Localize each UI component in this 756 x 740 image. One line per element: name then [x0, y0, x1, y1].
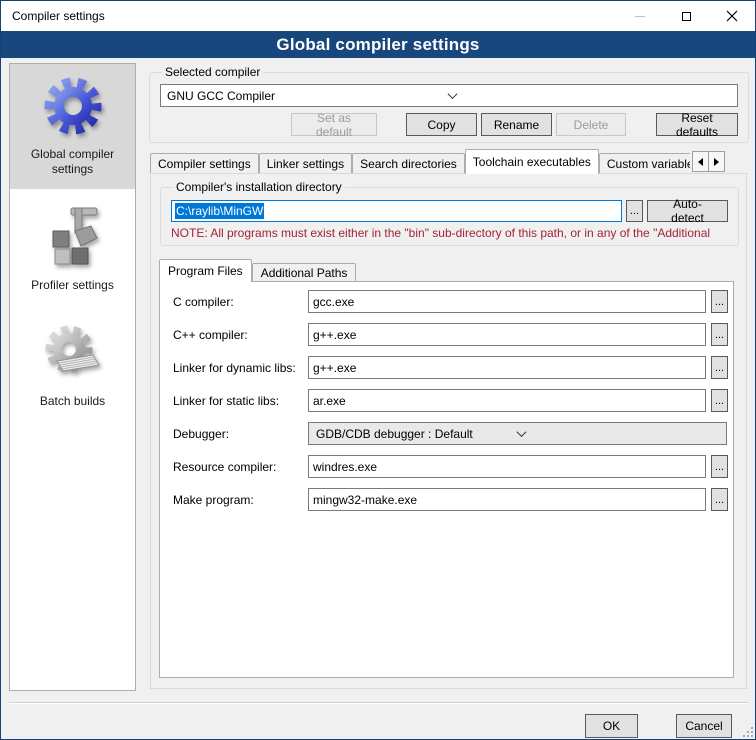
footer-divider	[9, 702, 748, 704]
browse-make-program-button[interactable]: ...	[711, 488, 728, 511]
rename-button[interactable]: Rename	[481, 113, 552, 136]
field-row-cpp-compiler: C++ compiler: ...	[173, 323, 733, 346]
field-row-resource-compiler: Resource compiler: ...	[173, 455, 733, 478]
field-label: C++ compiler:	[173, 328, 308, 342]
set-as-default-button: Set as default	[291, 113, 377, 136]
chevron-down-icon	[518, 430, 720, 438]
compiler-buttons-row: Set as default Copy Rename Delete Reset …	[160, 113, 738, 136]
resize-grip-icon[interactable]	[742, 726, 753, 737]
program-files-page: C compiler: ... C++ compiler: ... Linker…	[159, 281, 734, 678]
field-row-c-compiler: C compiler: ...	[173, 290, 733, 313]
field-label: Linker for dynamic libs:	[173, 361, 308, 375]
selected-compiler-dropdown[interactable]: GNU GCC Compiler	[160, 84, 738, 107]
maximize-icon	[682, 12, 691, 21]
close-button[interactable]	[709, 1, 755, 31]
linker-dynamic-input[interactable]	[308, 356, 706, 379]
arrow-left-icon	[698, 158, 703, 166]
field-row-make-program: Make program: ...	[173, 488, 733, 511]
installation-directory-group-label: Compiler's installation directory	[173, 180, 345, 194]
field-label: Resource compiler:	[173, 460, 308, 474]
sidebar-item-label: Profiler settings	[13, 278, 132, 293]
tab-scroll-left-button[interactable]	[692, 151, 709, 172]
tab-scroll-right-button[interactable]	[708, 151, 725, 172]
c-compiler-input[interactable]	[308, 290, 706, 313]
cpp-compiler-input[interactable]	[308, 323, 706, 346]
settings-tabstrip: Compiler settings Linker settings Search…	[150, 149, 690, 174]
sidebar-item-batch-builds[interactable]: Batch builds	[10, 311, 135, 421]
field-label: Linker for static libs:	[173, 394, 308, 408]
window-title: Compiler settings	[12, 9, 105, 23]
tab-program-files[interactable]: Program Files	[159, 259, 252, 282]
sidebar-item-label: Batch builds	[13, 394, 132, 409]
tab-custom-variables[interactable]: Custom variables	[599, 153, 690, 174]
selected-path-text: C:\raylib\MinGW	[175, 203, 264, 219]
compiler-settings-dialog: Compiler settings Global compiler settin…	[0, 0, 756, 740]
settings-category-list: Global compiler settings Profiler settin…	[9, 63, 136, 691]
reset-defaults-button[interactable]: Reset defaults	[656, 113, 738, 136]
dialog-header: Global compiler settings	[1, 31, 755, 58]
browse-linker-static-button[interactable]: ...	[711, 389, 728, 412]
gray-gear-stack-icon	[41, 321, 105, 385]
browse-directory-button[interactable]: ...	[626, 200, 643, 222]
caption-buttons	[617, 1, 755, 31]
sidebar-item-profiler-settings[interactable]: Profiler settings	[10, 195, 135, 305]
chevron-down-icon	[449, 92, 731, 100]
selected-compiler-group: Selected compiler GNU GCC Compiler Set a…	[149, 65, 749, 143]
minimize-button	[617, 1, 663, 31]
sidebar-item-global-compiler-settings[interactable]: Global compiler settings	[10, 64, 135, 189]
arrow-right-icon	[714, 158, 719, 166]
tab-search-directories[interactable]: Search directories	[352, 153, 465, 174]
field-label: Make program:	[173, 493, 308, 507]
make-program-input[interactable]	[308, 488, 706, 511]
maximize-button[interactable]	[663, 1, 709, 31]
field-label: C compiler:	[173, 295, 308, 309]
caliper-tool-icon	[41, 205, 105, 269]
linker-static-input[interactable]	[308, 389, 706, 412]
tab-linker-settings[interactable]: Linker settings	[259, 153, 352, 174]
selected-compiler-group-label: Selected compiler	[162, 65, 263, 79]
browse-c-compiler-button[interactable]: ...	[711, 290, 728, 313]
delete-button: Delete	[556, 113, 626, 136]
debugger-select-value: GDB/CDB debugger : Default	[316, 427, 518, 441]
installation-directory-group: Compiler's installation directory C:\ray…	[160, 180, 739, 246]
field-row-linker-static: Linker for static libs: ...	[173, 389, 733, 412]
blue-gear-icon	[41, 74, 105, 138]
browse-cpp-compiler-button[interactable]: ...	[711, 323, 728, 346]
copy-button[interactable]: Copy	[406, 113, 477, 136]
titlebar: Compiler settings	[1, 1, 755, 31]
close-icon	[726, 10, 738, 22]
browse-resource-compiler-button[interactable]: ...	[711, 455, 728, 478]
selected-compiler-value: GNU GCC Compiler	[167, 89, 449, 103]
minimize-icon	[635, 16, 645, 17]
bin-subdirectory-note: NOTE: All programs must exist either in …	[171, 226, 728, 240]
field-label: Debugger:	[173, 427, 308, 441]
tab-compiler-settings[interactable]: Compiler settings	[150, 153, 259, 174]
browse-linker-dynamic-button[interactable]: ...	[711, 356, 728, 379]
toolchain-executables-panel: Compiler's installation directory C:\ray…	[150, 173, 747, 689]
installation-directory-input[interactable]: C:\raylib\MinGW	[171, 200, 622, 222]
resource-compiler-input[interactable]	[308, 455, 706, 478]
field-row-debugger: Debugger: GDB/CDB debugger : Default	[173, 422, 733, 445]
tab-toolchain-executables[interactable]: Toolchain executables	[465, 149, 599, 174]
sidebar-item-label: Global compiler settings	[13, 147, 132, 177]
cancel-button[interactable]: Cancel	[676, 714, 732, 738]
dialog-header-title: Global compiler settings	[276, 35, 479, 55]
debugger-select[interactable]: GDB/CDB debugger : Default	[308, 422, 727, 445]
tab-additional-paths[interactable]: Additional Paths	[252, 263, 357, 282]
program-files-tabstrip: Program Files Additional Paths	[159, 259, 356, 282]
auto-detect-button[interactable]: Auto-detect	[647, 200, 728, 222]
ok-button[interactable]: OK	[585, 714, 638, 738]
field-row-linker-dynamic: Linker for dynamic libs: ...	[173, 356, 733, 379]
